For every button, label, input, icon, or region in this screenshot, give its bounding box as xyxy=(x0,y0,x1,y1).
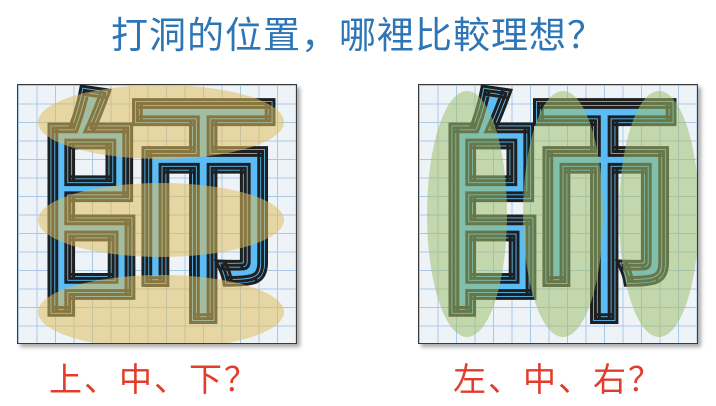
bottom-hole-band xyxy=(38,275,284,343)
right-hole-band xyxy=(619,91,697,337)
slide-title: 打洞的位置，哪裡比較理想？ xyxy=(111,14,605,57)
left-hole-band xyxy=(427,91,507,337)
right-caption: 左、中、右？ xyxy=(453,360,663,399)
left-caption: 上、中、下？ xyxy=(49,360,259,399)
right-grid-panel: 師 xyxy=(418,84,698,344)
left-grid-panel: 師 xyxy=(17,84,297,344)
center-hole-band xyxy=(523,91,603,337)
middle-hole-band xyxy=(38,183,284,257)
top-hole-band xyxy=(38,85,284,159)
